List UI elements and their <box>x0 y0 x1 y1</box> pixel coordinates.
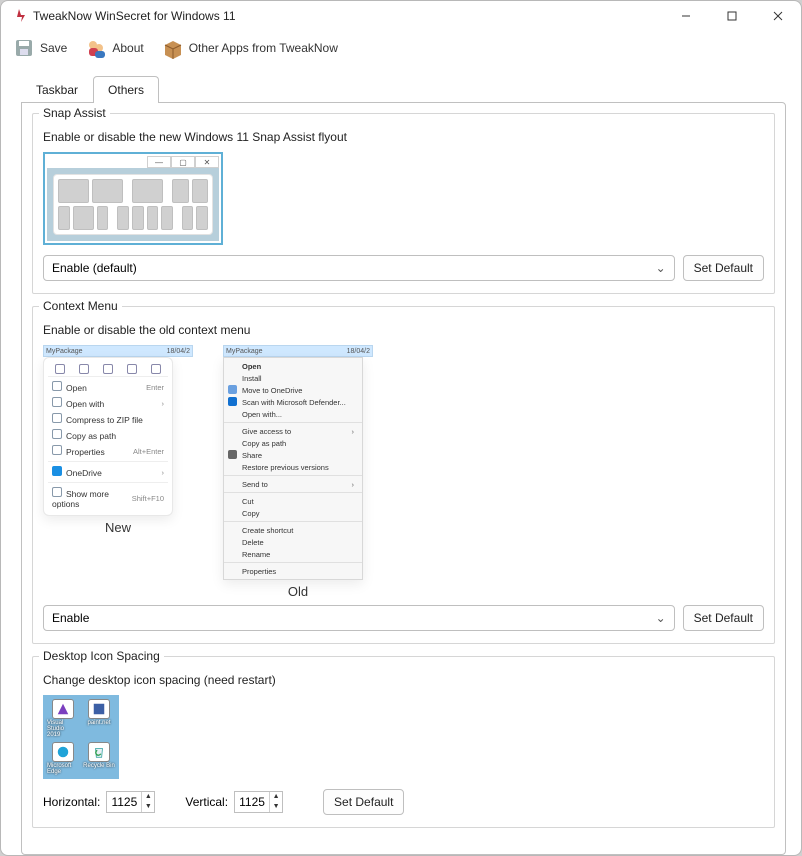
tab-panel-others: Snap Assist Enable or disable the new Wi… <box>21 102 786 855</box>
vertical-spinner[interactable]: 1125 ▲▼ <box>234 791 283 813</box>
group-title: Context Menu <box>39 299 122 313</box>
snap-desc: Enable or disable the new Windows 11 Sna… <box>43 130 764 144</box>
file-header: MyPackage18/04/2 <box>43 345 193 357</box>
toolbar: Save About Other Apps from TweakNow <box>1 31 801 64</box>
group-context-menu: Context Menu Enable or disable the old c… <box>32 306 775 644</box>
dis-desc: Change desktop icon spacing (need restar… <box>43 673 764 687</box>
cm-combo-value: Enable <box>52 611 89 625</box>
group-desktop-icon-spacing: Desktop Icon Spacing Change desktop icon… <box>32 656 775 828</box>
tab-taskbar[interactable]: Taskbar <box>21 76 93 103</box>
box-icon <box>162 37 184 59</box>
snap-combo[interactable]: Enable (default) ⌄ <box>43 255 675 281</box>
titlebar: TweakNow WinSecret for Windows 11 <box>1 1 801 31</box>
close-icon: ✕ <box>195 156 219 168</box>
cm-desc: Enable or disable the old context menu <box>43 323 764 337</box>
other-apps-button[interactable]: Other Apps from TweakNow <box>156 34 344 62</box>
tab-others[interactable]: Others <box>93 76 159 103</box>
cm-new-col: MyPackage18/04/2 OpenEnter Open with› Co… <box>43 345 193 535</box>
old-label: Old <box>288 584 308 599</box>
snap-combo-value: Enable (default) <box>52 261 137 275</box>
cm-set-default-button[interactable]: Set Default <box>683 605 764 631</box>
chevron-down-icon: ⌄ <box>656 261 666 275</box>
new-label: New <box>105 520 131 535</box>
horizontal-value: 1125 <box>107 795 141 809</box>
old-context-menu: Open Install Move to OneDrive Scan with … <box>223 357 363 580</box>
spinner-down-icon[interactable]: ▼ <box>142 802 154 812</box>
group-title: Desktop Icon Spacing <box>39 649 164 663</box>
horizontal-spinner[interactable]: 1125 ▲▼ <box>106 791 155 813</box>
snap-set-default-button[interactable]: Set Default <box>683 255 764 281</box>
save-label: Save <box>40 41 67 55</box>
new-context-menu: OpenEnter Open with› Compress to ZIP fil… <box>43 357 173 516</box>
maximize-icon: ▢ <box>171 156 195 168</box>
other-apps-label: Other Apps from TweakNow <box>189 41 338 55</box>
spinner-down-icon[interactable]: ▼ <box>270 802 282 812</box>
app-icon <box>11 8 27 24</box>
vertical-label: Vertical: <box>185 795 228 809</box>
spinner-up-icon[interactable]: ▲ <box>142 792 154 802</box>
spinner-up-icon[interactable]: ▲ <box>270 792 282 802</box>
save-button[interactable]: Save <box>7 34 73 62</box>
snap-illustration: — ▢ ✕ <box>43 152 223 245</box>
tab-strip: Taskbar Others <box>21 74 786 102</box>
app-window: TweakNow WinSecret for Windows 11 Save A… <box>0 0 802 856</box>
window-title: TweakNow WinSecret for Windows 11 <box>33 9 236 23</box>
horizontal-label: Horizontal: <box>43 795 100 809</box>
group-snap-assist: Snap Assist Enable or disable the new Wi… <box>32 113 775 294</box>
cm-old-col: MyPackage18/04/2 Open Install Move to On… <box>223 345 373 599</box>
file-header: MyPackage18/04/2 <box>223 345 373 357</box>
vertical-value: 1125 <box>235 795 269 809</box>
group-title: Snap Assist <box>39 106 110 120</box>
chevron-down-icon: ⌄ <box>656 611 666 625</box>
content-area: Taskbar Others Snap Assist Enable or dis… <box>1 64 801 855</box>
close-button[interactable] <box>755 1 801 31</box>
save-icon <box>13 37 35 59</box>
desktop-illustration: Visual Studio 2019 paint.net Microsoft E… <box>43 695 119 779</box>
about-button[interactable]: About <box>79 34 149 62</box>
cm-combo[interactable]: Enable ⌄ <box>43 605 675 631</box>
minimize-icon: — <box>147 156 171 168</box>
about-label: About <box>112 41 143 55</box>
about-icon <box>85 37 107 59</box>
dis-set-default-button[interactable]: Set Default <box>323 789 404 815</box>
minimize-button[interactable] <box>663 1 709 31</box>
maximize-button[interactable] <box>709 1 755 31</box>
